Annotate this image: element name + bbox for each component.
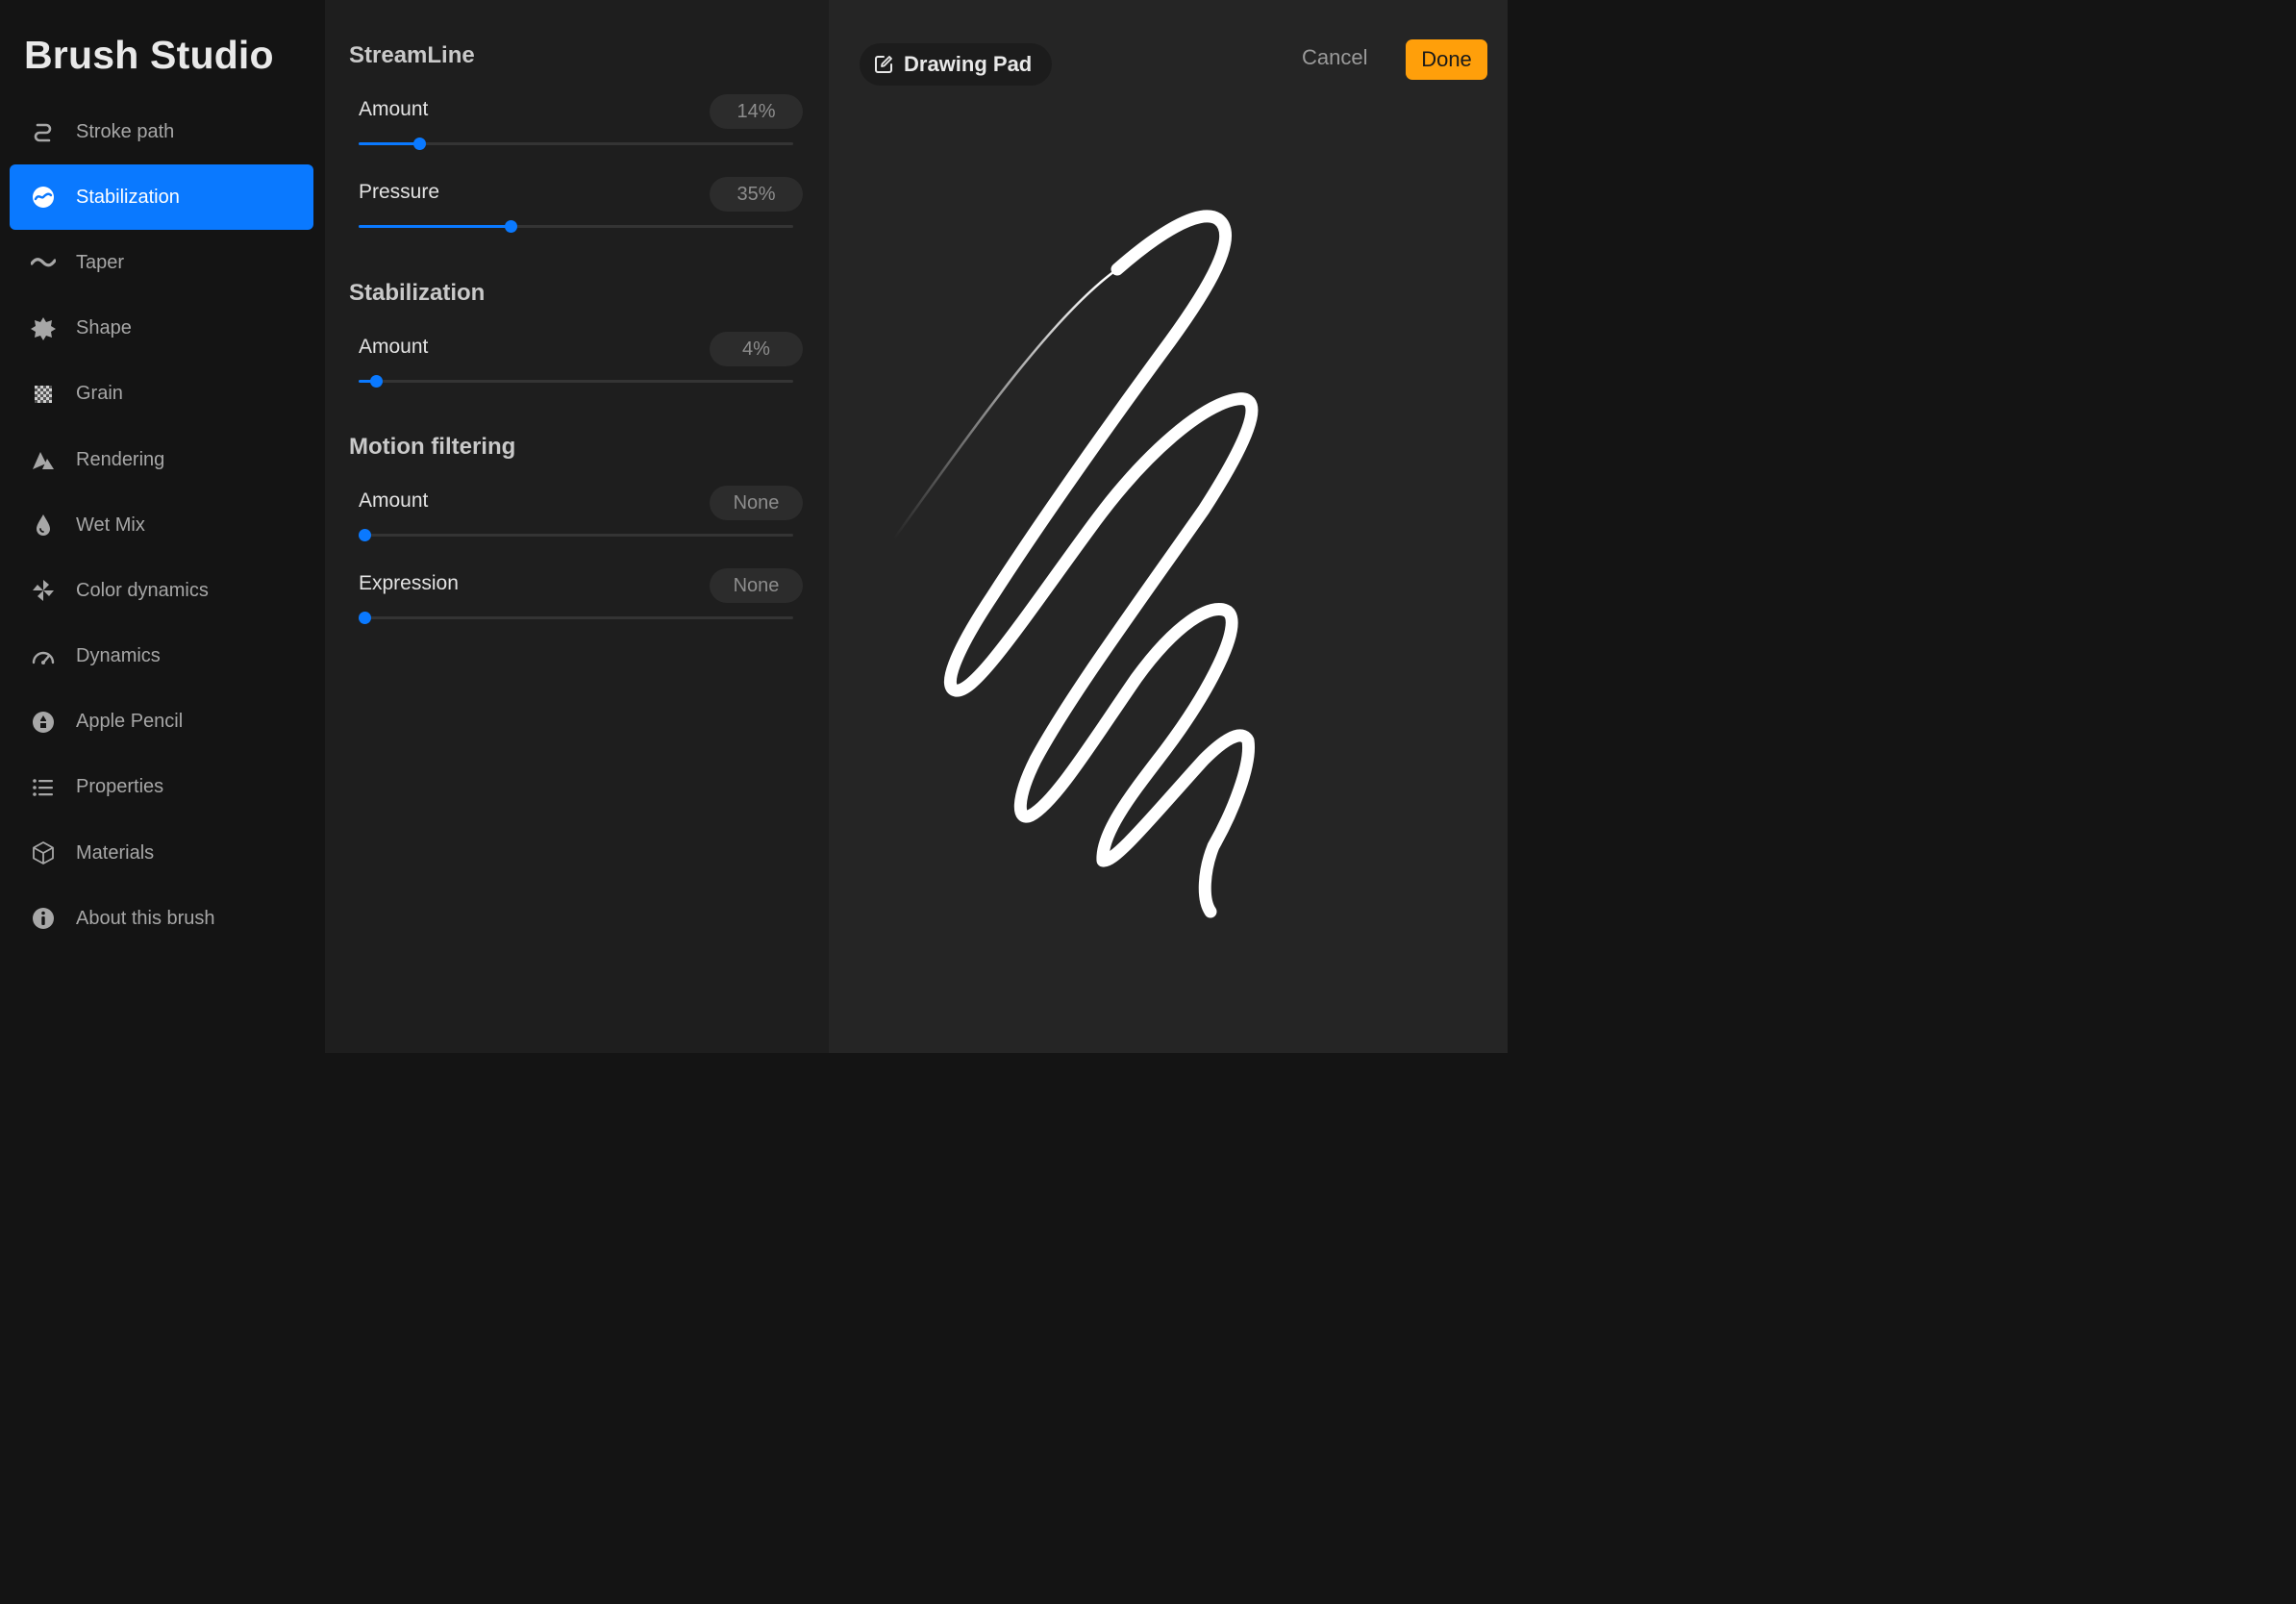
sidebar-item-label: Rendering: [76, 448, 165, 470]
sidebar-item-stroke-path[interactable]: Stroke path: [10, 99, 313, 164]
sidebar-item-wet-mix[interactable]: Wet Mix: [10, 492, 313, 558]
value-badge[interactable]: None: [710, 568, 803, 603]
sidebar-item-dynamics[interactable]: Dynamics: [10, 624, 313, 689]
sidebar-item-grain[interactable]: Grain: [10, 362, 313, 427]
slider-thumb[interactable]: [412, 138, 426, 150]
streamline-amount-setting: Amount 14%: [359, 94, 803, 162]
sidebar: Brush Studio Stroke path Stabilization T…: [0, 0, 325, 1053]
sidebar-item-label: Color dynamics: [76, 579, 209, 601]
brush-stroke-preview: [892, 210, 1259, 918]
slider-thumb[interactable]: [369, 375, 383, 388]
slider-track: [359, 616, 793, 619]
sidebar-item-color-dynamics[interactable]: Color dynamics: [10, 558, 313, 623]
value-badge[interactable]: 14%: [710, 94, 803, 129]
sidebar-item-rendering[interactable]: Rendering: [10, 427, 313, 492]
color-dynamics-icon: [31, 578, 56, 603]
setting-label: Pressure: [359, 181, 440, 203]
sidebar-item-stabilization[interactable]: Stabilization: [10, 164, 313, 231]
drawing-pad-label: Drawing Pad: [904, 52, 1033, 76]
drawing-pad[interactable]: Drawing Pad Cancel Done: [829, 0, 1508, 1053]
materials-icon: [31, 840, 56, 865]
value-badge[interactable]: 35%: [710, 177, 803, 212]
stroke-body: [943, 210, 1259, 918]
info-icon: [31, 906, 56, 931]
stabilization-amount-slider[interactable]: [359, 375, 793, 388]
section-title-stabilization: Stabilization: [349, 280, 486, 306]
done-button[interactable]: Done: [1406, 39, 1487, 80]
slider-track: [359, 380, 793, 383]
motion-filtering-expression-setting: Expression None: [358, 568, 803, 636]
stabilization-icon: [31, 185, 56, 210]
motion-filtering-amount-slider[interactable]: [358, 529, 793, 542]
page-title: Brush Studio: [24, 33, 274, 77]
settings-panel: StreamLine Amount 14% Pressure 35% Stabi…: [325, 0, 829, 1053]
streamline-amount-slider[interactable]: [359, 138, 793, 151]
slider-thumb[interactable]: [504, 220, 517, 233]
rendering-icon: [31, 447, 56, 472]
sidebar-item-label: About this brush: [76, 907, 215, 929]
stroke-path-icon: [31, 119, 56, 144]
sidebar-item-label: Stroke path: [76, 120, 175, 142]
sidebar-item-apple-pencil[interactable]: Apple Pencil: [10, 689, 313, 755]
sidebar-item-label: Shape: [76, 317, 132, 339]
section-title-streamline: StreamLine: [349, 42, 475, 68]
slider-fill: [359, 142, 420, 145]
sidebar-item-about-this-brush[interactable]: About this brush: [10, 886, 313, 951]
wet-mix-icon: [31, 513, 56, 538]
sidebar-item-label: Materials: [76, 841, 155, 864]
taper-icon: [31, 250, 56, 275]
motion-filtering-amount-setting: Amount None: [358, 486, 803, 553]
slider-fill: [359, 225, 512, 228]
brush-studio-window: Brush Studio Stroke path Stabilization T…: [0, 0, 1508, 1053]
sidebar-item-label: Stabilization: [76, 186, 180, 208]
value-badge[interactable]: 4%: [710, 332, 803, 366]
edit-icon: [875, 56, 892, 73]
dynamics-icon: [31, 644, 56, 669]
slider-thumb[interactable]: [358, 529, 371, 541]
apple-pencil-icon: [31, 710, 56, 735]
cancel-button[interactable]: Cancel: [1302, 45, 1367, 74]
setting-label: Expression: [359, 572, 459, 594]
value-badge[interactable]: None: [710, 486, 803, 520]
setting-label: Amount: [359, 98, 429, 120]
motion-filtering-expression-slider[interactable]: [358, 612, 793, 625]
section-title-motion-filtering: Motion filtering: [349, 434, 516, 460]
sidebar-item-properties[interactable]: Properties: [10, 755, 313, 820]
sidebar-item-taper[interactable]: Taper: [10, 230, 313, 295]
sidebar-item-materials[interactable]: Materials: [10, 820, 313, 886]
streamline-pressure-setting: Pressure 35%: [359, 177, 803, 244]
setting-label: Amount: [359, 489, 429, 512]
drawing-pad-badge[interactable]: Drawing Pad: [860, 43, 1052, 86]
stabilization-amount-setting: Amount 4%: [359, 332, 803, 399]
grain-icon: [31, 382, 56, 407]
stroke-tail: [892, 267, 1119, 540]
sidebar-item-label: Apple Pencil: [76, 711, 184, 733]
sidebar-nav: Stroke path Stabilization Taper Shape Gr…: [10, 99, 313, 951]
sidebar-item-label: Taper: [76, 251, 125, 273]
sidebar-item-label: Grain: [76, 383, 123, 405]
slider-thumb[interactable]: [358, 612, 371, 624]
sidebar-item-shape[interactable]: Shape: [10, 296, 313, 362]
slider-track: [359, 534, 793, 537]
shape-icon: [31, 316, 56, 341]
sidebar-item-label: Dynamics: [76, 645, 161, 667]
properties-icon: [31, 775, 56, 800]
sidebar-item-label: Wet Mix: [76, 514, 145, 536]
streamline-pressure-slider[interactable]: [359, 220, 793, 234]
sidebar-item-label: Properties: [76, 776, 164, 798]
setting-label: Amount: [359, 336, 429, 358]
